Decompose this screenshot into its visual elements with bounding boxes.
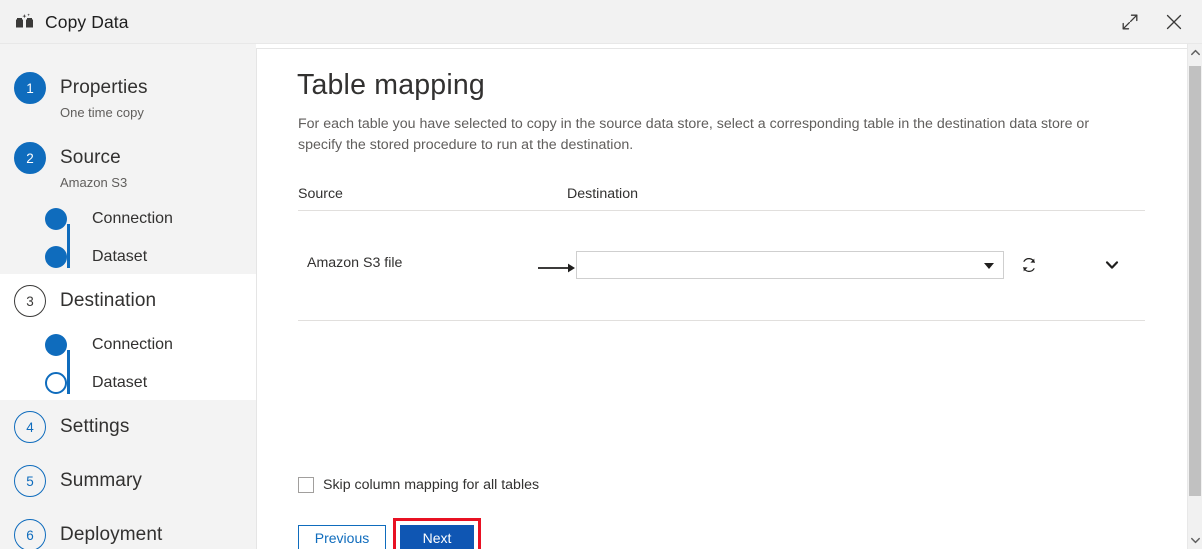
previous-button[interactable]: Previous <box>298 525 386 549</box>
substep-label: Dataset <box>92 374 148 391</box>
refresh-button[interactable] <box>1015 251 1043 279</box>
sidebar-step-destination[interactable]: 3 Destination <box>0 285 256 317</box>
maximize-button[interactable] <box>1108 1 1152 43</box>
window-title: Copy Data <box>45 11 129 32</box>
substep-label: Connection <box>92 336 173 353</box>
skip-column-mapping-checkbox[interactable] <box>298 477 314 493</box>
table-row: Amazon S3 file <box>298 233 1145 299</box>
step-row: 1 Properties <box>0 72 256 104</box>
sidebar-step-source[interactable]: 2 Source Amazon S3 <box>0 142 256 190</box>
next-button[interactable]: Next <box>400 525 474 549</box>
substep-dot-hollow-icon <box>45 372 67 394</box>
step-label: Properties <box>60 77 148 98</box>
sidebar-step-deployment[interactable]: 6 Deployment <box>0 519 256 549</box>
scrollbar-thumb[interactable] <box>1189 66 1201 496</box>
step-row: 3 Destination <box>0 285 256 317</box>
panel-inner: Table mapping For each table you have se… <box>257 49 1187 549</box>
step-row: 5 Summary <box>0 465 256 497</box>
substep-label: Dataset <box>92 248 148 265</box>
sidebar-substep-source-connection[interactable]: Connection <box>0 203 256 235</box>
page-title: Table mapping <box>297 69 485 101</box>
titlebar-left: Copy Data <box>14 0 129 44</box>
step-number-badge: 2 <box>14 142 46 174</box>
copy-data-icon <box>14 13 36 31</box>
scroll-up-button[interactable] <box>1188 44 1202 61</box>
destination-table-dropdown[interactable] <box>576 251 1004 279</box>
step-label: Summary <box>60 470 142 491</box>
sidebar-substep-destination-connection[interactable]: Connection <box>0 329 256 361</box>
row-expand-button[interactable] <box>1098 251 1126 279</box>
sidebar-step-summary[interactable]: 5 Summary <box>0 465 256 497</box>
skip-column-mapping-label: Skip column mapping for all tables <box>323 477 540 493</box>
page-description: For each table you have selected to copy… <box>298 116 1090 153</box>
step-label: Settings <box>60 416 130 437</box>
step-number-badge: 1 <box>14 72 46 104</box>
substep-dot-wrap <box>28 334 84 356</box>
substep-dot-wrap <box>28 246 84 268</box>
substep-label: Connection <box>92 210 173 227</box>
vertical-scrollbar[interactable] <box>1187 44 1202 549</box>
step-caption: One time copy <box>60 105 144 120</box>
table-header-divider <box>298 210 1145 211</box>
sidebar-step-settings[interactable]: 4 Settings <box>0 411 256 443</box>
sidebar-substep-source-dataset[interactable]: Dataset <box>0 241 256 273</box>
step-row: 4 Settings <box>0 411 256 443</box>
column-header-source: Source <box>298 186 343 202</box>
substep-dot-filled-icon <box>45 246 67 268</box>
scroll-down-button[interactable] <box>1188 532 1202 549</box>
step-label: Source <box>60 147 121 168</box>
copy-data-wizard: Copy Data 1 Properties One time copy 2 S… <box>0 0 1202 549</box>
step-label: Destination <box>60 290 157 311</box>
table-row-divider <box>298 320 1145 321</box>
window-titlebar: Copy Data <box>0 0 1202 44</box>
step-label: Deployment <box>60 524 163 545</box>
sidebar-substep-destination-dataset[interactable]: Dataset <box>0 367 256 399</box>
row-source-name: Amazon S3 file <box>307 255 403 271</box>
step-caption: Amazon S3 <box>60 175 128 190</box>
step-number-badge: 3 <box>14 285 46 317</box>
substep-dot-filled-icon <box>45 334 67 356</box>
titlebar-actions <box>1108 0 1196 44</box>
sidebar-step-properties[interactable]: 1 Properties One time copy <box>0 72 256 120</box>
step-number-badge: 4 <box>14 411 46 443</box>
step-row: 6 Deployment <box>0 519 256 549</box>
chevron-down-icon <box>984 263 994 269</box>
substep-dot-filled-icon <box>45 208 67 230</box>
step-number-badge: 5 <box>14 465 46 497</box>
step-row: 2 Source <box>0 142 256 174</box>
substep-dot-wrap <box>28 372 84 394</box>
wizard-content-panel: Table mapping For each table you have se… <box>256 48 1187 549</box>
step-number-badge: 6 <box>14 519 46 549</box>
substep-dot-wrap <box>28 208 84 230</box>
column-header-destination: Destination <box>567 186 638 202</box>
skip-column-mapping-row[interactable]: Skip column mapping for all tables <box>298 477 539 493</box>
close-button[interactable] <box>1152 1 1196 43</box>
arrow-right-icon <box>538 261 576 273</box>
wizard-sidebar: 1 Properties One time copy 2 Source Amaz… <box>0 44 256 549</box>
